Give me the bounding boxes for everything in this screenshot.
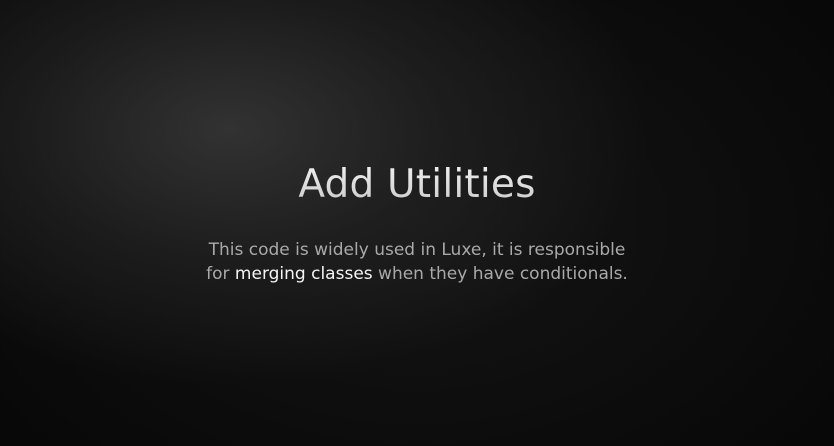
description: This code is widely used in Luxe, it is … bbox=[0, 238, 834, 286]
description-line-1: This code is widely used in Luxe, it is … bbox=[208, 240, 626, 260]
hero-panel: Add Utilities This code is widely used i… bbox=[0, 0, 834, 446]
page-title: Add Utilities bbox=[0, 162, 834, 207]
description-line-2-start: for bbox=[206, 264, 235, 284]
description-line-2-end: when they have conditionals. bbox=[372, 264, 628, 284]
highlighted-phrase: merging classes bbox=[234, 264, 373, 284]
description-line-2: for merging classes when they have condi… bbox=[0, 262, 834, 286]
